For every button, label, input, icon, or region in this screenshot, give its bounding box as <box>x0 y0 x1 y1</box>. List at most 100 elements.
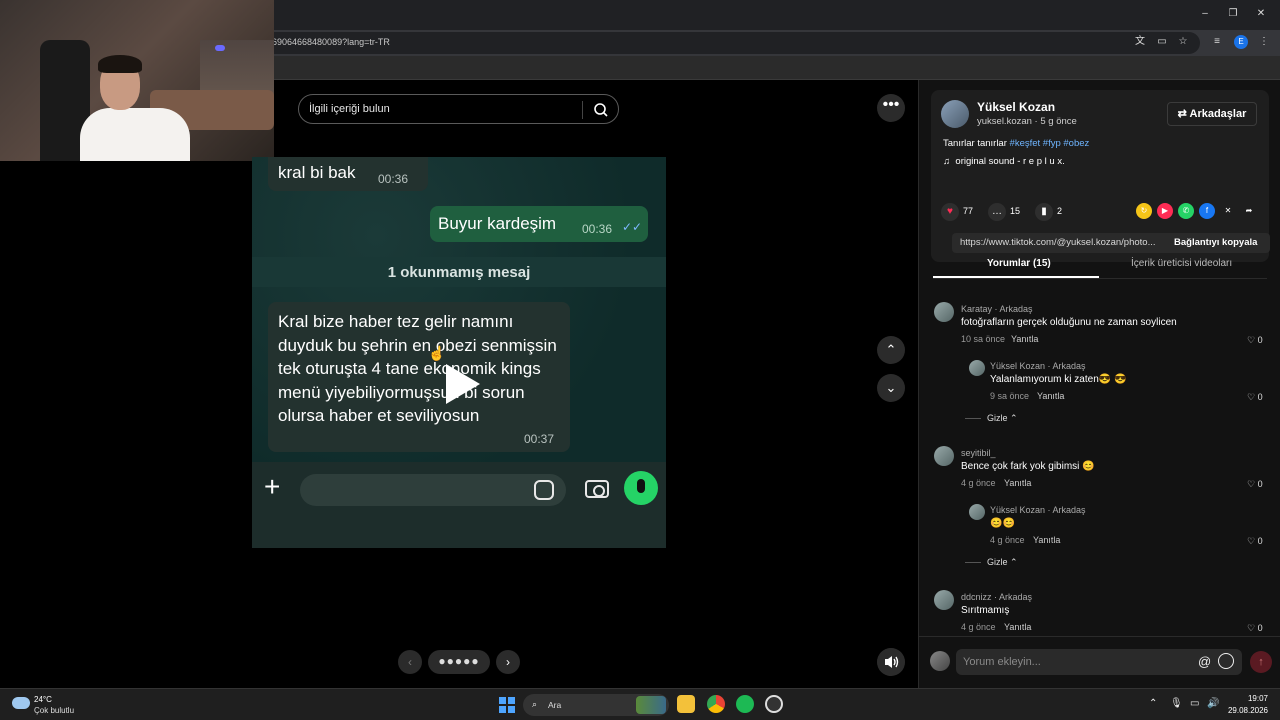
hide-replies-button[interactable]: Gizle ⌃ <box>965 413 1018 424</box>
panel-tabs: Yorumlar (15) İçerik üreticisi videoları <box>933 254 1267 278</box>
comment-like[interactable]: ♡ 0 <box>1247 536 1263 547</box>
comment-time: 4 g önce <box>961 478 996 488</box>
comment-stat[interactable]: … 15 <box>988 202 1020 221</box>
volume-icon[interactable] <box>877 648 905 676</box>
post-description: Tanırlar tanırlar #keşfet #fyp #obez <box>943 138 1089 149</box>
comment-like[interactable]: ♡ 0 <box>1247 335 1263 346</box>
sound-name: original sound - r e p l u x. <box>955 156 1065 167</box>
avatar[interactable] <box>934 302 954 322</box>
reply-button[interactable]: Yanıtla <box>1037 391 1064 401</box>
next-post-button[interactable]: ⌄ <box>877 374 905 402</box>
tab-creator-videos[interactable]: İçerik üreticisi videoları <box>1131 258 1232 269</box>
comment-user[interactable]: Yüksel Kozan · Arkadaş <box>990 361 1086 371</box>
reply-button[interactable]: Yanıtla <box>1004 622 1031 632</box>
avatar[interactable] <box>969 360 985 376</box>
author-card: Yüksel Kozan yuksel.kozan · 5 g önce ⇄ A… <box>931 90 1270 262</box>
mention-icon[interactable]: @ <box>1198 654 1211 669</box>
repost-icon[interactable]: ↻ <box>1136 203 1152 219</box>
search-input[interactable]: İlgili içeriği bulun <box>309 103 390 115</box>
share-icon[interactable]: ➦ <box>1241 203 1257 219</box>
avatar[interactable] <box>941 100 969 128</box>
related-search[interactable]: İlgili içeriği bulun <box>298 94 619 124</box>
comment-like[interactable]: ♡ 0 <box>1247 623 1263 634</box>
comment-user[interactable]: Karatay · Arkadaş <box>961 304 1033 314</box>
tray-chevron-icon[interactable]: ⌃ <box>1149 698 1157 709</box>
taskbar-time[interactable]: 19:07 <box>1228 694 1268 703</box>
hand-cursor-icon: ☝ <box>428 345 446 361</box>
comment-user[interactable]: seyitibil_ <box>961 448 996 458</box>
previous-post-button[interactable]: ⌃ <box>877 336 905 364</box>
friends-button[interactable]: ⇄ Arkadaşlar <box>1167 102 1257 126</box>
comment-user[interactable]: ddcnizz · Arkadaş <box>961 592 1032 602</box>
microphone-icon[interactable]: 🎙 <box>1170 698 1183 709</box>
avatar[interactable] <box>969 504 985 520</box>
post-link[interactable]: https://www.tiktok.com/@yuksel.kozan/pho… <box>960 237 1166 248</box>
weather-condition[interactable]: Çok bulutlu <box>34 706 74 715</box>
like-stat[interactable]: ♥ 77 <box>941 202 973 221</box>
comment-like[interactable]: ♡ 0 <box>1247 392 1263 403</box>
translate-icon[interactable]: 文 <box>1134 36 1146 48</box>
address-bar[interactable] <box>262 32 1200 54</box>
star-icon[interactable]: ☆ <box>1177 36 1189 48</box>
comment-input[interactable]: Yorum ekleyin... @ <box>956 649 1242 675</box>
hashtags[interactable]: #keşfet #fyp #obez <box>1010 138 1090 149</box>
search-highlight-icon[interactable] <box>636 696 666 714</box>
tab-comments[interactable]: Yorumlar (15) <box>987 258 1051 269</box>
windows-start-icon[interactable] <box>499 697 515 713</box>
previous-photo-button[interactable]: ‹ <box>398 650 422 674</box>
reply-button[interactable]: Yanıtla <box>1011 334 1038 344</box>
copy-link-button[interactable]: Bağlantıyı kopyala <box>1174 237 1257 248</box>
reply-button[interactable]: Yanıtla <box>1004 478 1031 488</box>
link-row: https://www.tiktok.com/@yuksel.kozan/pho… <box>952 233 1270 253</box>
x-icon[interactable]: ✕ <box>1220 203 1236 219</box>
media-icon[interactable]: ≡ <box>1211 36 1223 48</box>
profile-avatar[interactable]: E <box>1234 35 1248 49</box>
comment-like[interactable]: ♡ 0 <box>1247 479 1263 490</box>
comment-time: 10 sa önce <box>961 334 1006 344</box>
minimize-icon[interactable]: – <box>1198 8 1212 19</box>
menu-icon[interactable]: ⋮ <box>1258 36 1270 48</box>
outgoing-bubble: Buyur kardeşim 00:36 ✓✓ <box>430 206 648 242</box>
display-icon[interactable]: ▭ <box>1190 698 1199 709</box>
mic-icon <box>624 471 658 505</box>
speaker-icon[interactable]: 🔊 <box>1207 698 1219 709</box>
cam-person-body <box>80 108 190 161</box>
author-name[interactable]: Yüksel Kozan <box>977 100 1055 114</box>
weather-temp[interactable]: 24°C <box>34 695 52 704</box>
bubble-time: 00:36 <box>378 172 409 186</box>
search-icon[interactable] <box>591 100 611 120</box>
whatsapp-icon[interactable]: ✆ <box>1178 203 1194 219</box>
comment-time: 4 g önce <box>990 535 1025 545</box>
restore-icon[interactable]: ❐ <box>1226 8 1240 19</box>
webcam-overlay <box>0 0 274 161</box>
spotify-icon[interactable] <box>736 695 754 713</box>
file-explorer-icon[interactable] <box>677 695 695 713</box>
emoji-icon[interactable] <box>1218 653 1234 669</box>
post-photo[interactable]: kral bi bak 00:36 Buyur kardeşim 00:36 ✓… <box>252 157 666 548</box>
send-icon[interactable]: ▶ <box>1157 203 1173 219</box>
cam-person-hair <box>98 55 142 73</box>
send-comment-button[interactable]: ↑ <box>1250 651 1272 673</box>
taskbar-search-placeholder: Ara <box>548 700 562 710</box>
play-icon[interactable] <box>440 362 484 406</box>
chrome-icon[interactable] <box>707 695 725 713</box>
unread-label: 1 okunmamış mesaj <box>387 264 531 281</box>
more-icon[interactable]: ••• <box>877 94 905 122</box>
reply-button[interactable]: Yanıtla <box>1033 535 1060 545</box>
friends-label: Arkadaşlar <box>1189 108 1247 120</box>
close-icon[interactable]: ✕ <box>1254 8 1268 19</box>
comment-user[interactable]: Yüksel Kozan · Arkadaş <box>990 505 1086 515</box>
hide-replies-button[interactable]: Gizle ⌃ <box>965 557 1018 568</box>
sound-row[interactable]: ♫ original sound - r e p l u x. <box>943 156 1065 167</box>
next-photo-button[interactable]: › <box>496 650 520 674</box>
tabs-divider <box>933 278 1267 279</box>
app-icon[interactable] <box>765 695 783 713</box>
save-stat[interactable]: ▮ 2 <box>1035 202 1062 221</box>
like-count: 0 <box>1257 536 1263 546</box>
cloud-icon[interactable] <box>12 697 30 709</box>
avatar[interactable] <box>934 590 954 610</box>
cast-icon[interactable]: ▭ <box>1156 36 1168 48</box>
facebook-icon[interactable]: f <box>1199 203 1215 219</box>
taskbar-date[interactable]: 29.08.2026 <box>1220 706 1268 715</box>
avatar[interactable] <box>934 446 954 466</box>
